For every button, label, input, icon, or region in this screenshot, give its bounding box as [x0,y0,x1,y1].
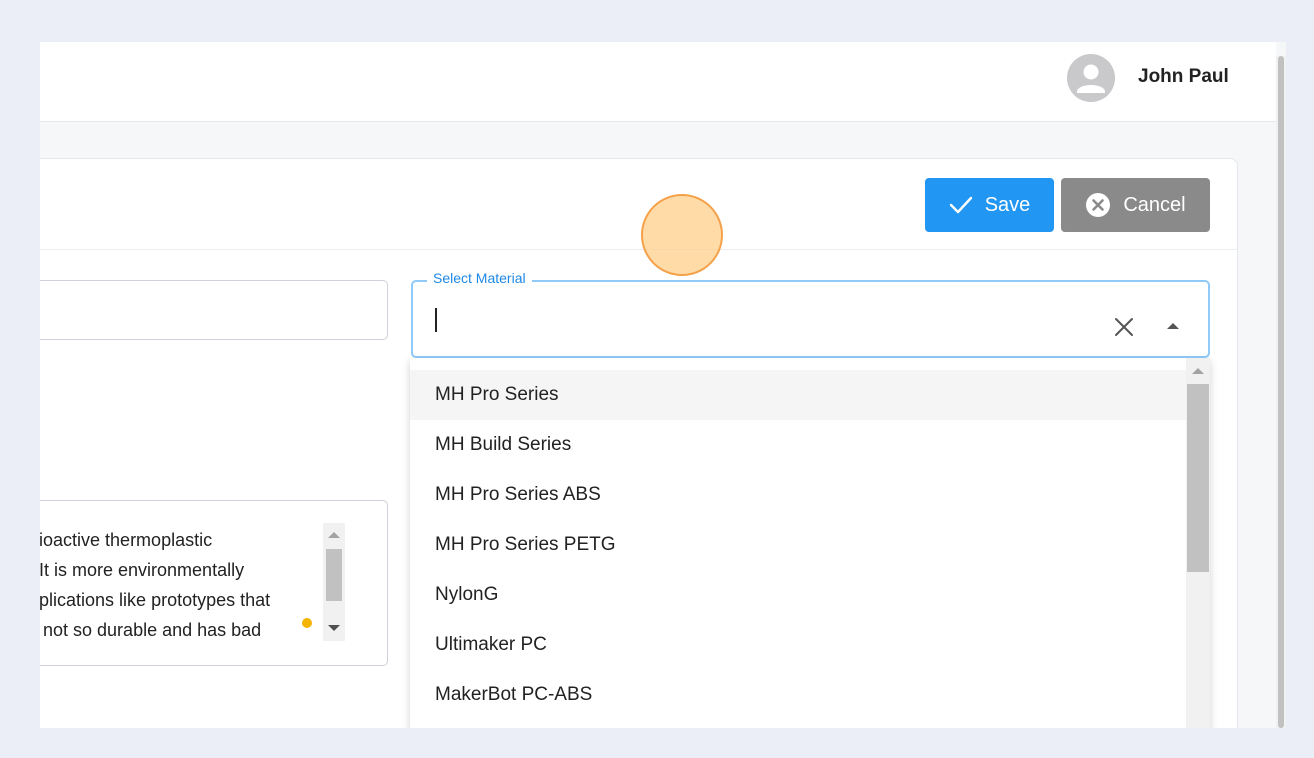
material-option[interactable]: Ultimaker PC [410,620,1186,670]
material-option[interactable]: MH Build Series [410,420,1186,470]
clear-icon[interactable] [1113,316,1135,338]
scrollbar-thumb[interactable] [326,549,342,601]
save-button[interactable]: Save [925,178,1054,232]
screenshot-frame: John Paul Save Cancel bioactive thermopl… [4,4,1310,754]
page-scrollbar[interactable] [1276,56,1286,728]
material-option[interactable]: MH Pro Series [410,370,1186,420]
material-option[interactable]: NylonG [410,570,1186,620]
description-line: s not so durable and has bad [40,620,262,640]
user-avatar[interactable] [1067,54,1115,102]
description-textarea[interactable]: bioactive thermoplastic . It is more env… [40,500,388,666]
material-select[interactable]: Select Material [411,270,1210,358]
description-scrollbar[interactable] [323,523,345,641]
description-line: . It is more environmentally [40,560,245,580]
description-line: bioactive thermoplastic [40,530,213,550]
app-viewport: John Paul Save Cancel bioactive thermopl… [40,42,1286,728]
arrow-up-icon[interactable] [1165,320,1181,330]
top-app-bar: John Paul [40,42,1276,122]
material-option[interactable]: MH Pro Series PETG [410,520,1186,570]
text-caret [435,308,437,332]
material-option[interactable]: MH Pro Series ABS [410,470,1186,520]
material-options-list: MH Pro Series MH Build Series MH Pro Ser… [410,358,1210,728]
user-name[interactable]: John Paul [1138,66,1229,88]
cancel-button[interactable]: Cancel [1061,178,1210,232]
click-indicator [641,194,723,276]
spellcheck-dot[interactable] [302,618,312,628]
scroll-up-arrow-icon[interactable] [328,532,340,538]
card-header-divider [40,249,1237,250]
scroll-down-arrow-icon[interactable] [328,625,340,631]
cancel-button-label: Cancel [1123,193,1186,216]
material-select-label: Select Material [427,270,532,286]
material-option[interactable]: MakerBot PC-ABS [410,670,1186,720]
scrollbar-thumb[interactable] [1187,384,1209,572]
circle-close-icon [1086,193,1111,217]
save-button-label: Save [984,193,1031,216]
description-line: pplications like prototypes that [40,590,271,610]
scroll-up-arrow-icon[interactable] [1192,368,1204,374]
description-text: bioactive thermoplastic . It is more env… [40,525,329,645]
check-icon [949,196,972,214]
dropdown-scrollbar[interactable] [1186,358,1210,728]
name-input[interactable] [40,280,388,340]
page-scrollbar-thumb[interactable] [1278,56,1284,728]
person-icon [1067,54,1115,102]
